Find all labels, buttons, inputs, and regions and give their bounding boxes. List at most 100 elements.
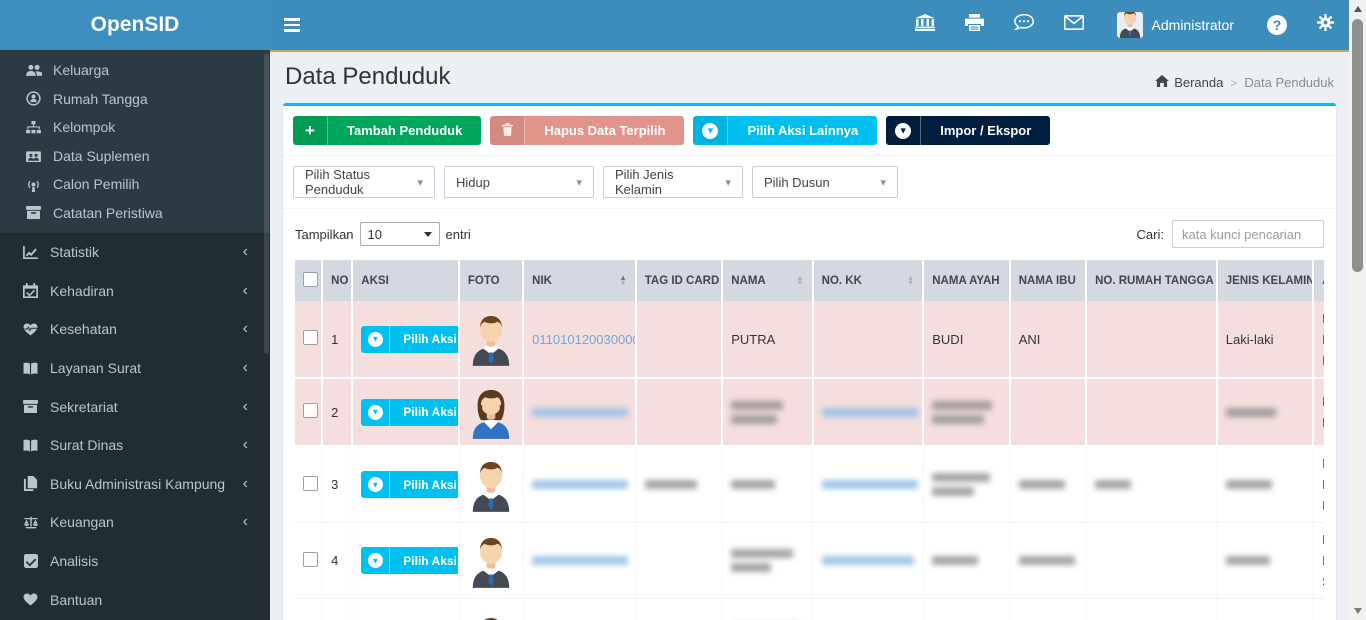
column-header-foto: FOTO bbox=[459, 260, 525, 301]
column-header-nama[interactable]: NAMA ▲ ▼ bbox=[723, 260, 814, 301]
toolbar: + Tambah Penduduk Hapus Data Terpilih ▼ Pili… bbox=[283, 106, 1336, 156]
print-button[interactable] bbox=[950, 0, 999, 50]
filter-jenis-kelamin[interactable]: Pilih Jenis Kelamin ▾ bbox=[603, 166, 743, 198]
cell-nama_ibu: ANI bbox=[1018, 331, 1041, 347]
circle-down-icon: ▼ bbox=[367, 553, 383, 568]
scale-icon bbox=[22, 516, 39, 529]
resident-photo[interactable] bbox=[468, 614, 514, 620]
filter-status-hidup[interactable]: Hidup ▾ bbox=[444, 166, 594, 198]
sidebar-item-bantuan[interactable]: Bantuan bbox=[0, 580, 270, 619]
column-header-aksi: AKSI bbox=[353, 260, 460, 301]
caret-down-icon: ▾ bbox=[417, 176, 423, 189]
sidebar-menu: Statistik ‹ Kehadiran ‹ Kesehatan ‹ Layanan Su… bbox=[0, 233, 270, 619]
sidebar-item-rumah-tangga[interactable]: Rumah Tangga bbox=[0, 85, 270, 114]
resident-photo[interactable] bbox=[468, 534, 514, 588]
table-row: 4 ▼Pilih Aksi PDS bbox=[295, 523, 1324, 599]
institution-icon-button[interactable] bbox=[900, 0, 950, 50]
row-action-button[interactable]: ▼ Pilih Aksi bbox=[361, 398, 458, 426]
scroll-down-arrow[interactable] bbox=[1353, 608, 1362, 614]
select-all-checkbox[interactable] bbox=[303, 271, 318, 287]
settings-button[interactable] bbox=[1302, 0, 1349, 50]
sidebar-item-data-suplemen[interactable]: Data Suplemen bbox=[0, 142, 270, 171]
impor-ekspor-button[interactable]: ▼ Impor / Ekspor bbox=[886, 116, 1051, 145]
sort-icon: ▲ ▼ bbox=[619, 273, 627, 287]
entries-select[interactable]: 10 bbox=[359, 222, 440, 246]
search-input[interactable] bbox=[1172, 220, 1324, 248]
resident-photo[interactable] bbox=[468, 458, 514, 512]
sidebar-item-layanan-surat[interactable]: Layanan Surat ‹ bbox=[0, 349, 270, 388]
sidebar-toggle-button[interactable] bbox=[270, 0, 314, 50]
redacted-nik bbox=[532, 407, 629, 417]
breadcrumb-separator: > bbox=[1230, 75, 1238, 90]
scrollbar-thumb[interactable] bbox=[1352, 19, 1363, 272]
sidebar-item-kelompok[interactable]: Kelompok bbox=[0, 113, 270, 142]
row-checkbox[interactable] bbox=[303, 475, 318, 491]
institution-icon bbox=[914, 14, 935, 36]
circle-down-icon: ▼ bbox=[367, 404, 383, 420]
cell-alamat: PD bbox=[1322, 391, 1324, 433]
circle-down-icon: ▼ bbox=[702, 122, 719, 139]
sidebar-scrollbar[interactable] bbox=[264, 54, 269, 354]
sort-icon: ▲ ▼ bbox=[796, 273, 804, 287]
sidebar-item-kesehatan[interactable]: Kesehatan ‹ bbox=[0, 310, 270, 349]
breadcrumb-home-link[interactable]: Beranda bbox=[1155, 75, 1223, 90]
table-row: 2 ▼Pilih Aksi PD bbox=[295, 379, 1324, 447]
row-checkbox[interactable] bbox=[303, 551, 318, 567]
filter-dusun[interactable]: Pilih Dusun ▾ bbox=[752, 166, 898, 198]
book-icon bbox=[22, 439, 39, 452]
row-action-button[interactable]: ▼ Pilih Aksi bbox=[361, 471, 458, 498]
comments-button[interactable] bbox=[999, 0, 1049, 50]
sort-icon: ▲ ▼ bbox=[906, 273, 915, 287]
scroll-up-arrow[interactable] bbox=[1353, 6, 1362, 12]
resident-photo[interactable] bbox=[468, 385, 514, 439]
row-checkbox[interactable] bbox=[303, 330, 318, 345]
tambah-penduduk-button[interactable]: + Tambah Penduduk bbox=[293, 116, 482, 145]
row-number: 1 bbox=[331, 331, 339, 347]
hapus-data-terpilih-button[interactable]: Hapus Data Terpilih bbox=[490, 116, 685, 145]
row-action-button[interactable]: ▼ Pilih Aksi bbox=[361, 547, 458, 574]
sidebar-item-kehadiran[interactable]: Kehadiran ‹ bbox=[0, 272, 270, 311]
sidebar-submenu: Keluarga Rumah Tangga Kelompok Data Supleme… bbox=[0, 50, 270, 233]
chevron-down-icon bbox=[423, 231, 432, 237]
redacted-nama_ayah bbox=[932, 556, 1000, 565]
pilih-aksi-lainnya-button[interactable]: ▼ Pilih Aksi Lainnya bbox=[693, 116, 878, 145]
data-box: + Tambah Penduduk Hapus Data Terpilih ▼ Pili… bbox=[283, 103, 1336, 620]
sidebar-item-surat-dinas[interactable]: Surat Dinas ‹ bbox=[0, 426, 270, 465]
row-number: 4 bbox=[331, 553, 339, 568]
column-header-nik[interactable]: NIK ▲ ▼ bbox=[524, 260, 637, 301]
table-row: 1 ▼ Pilih Aksi 0110101200300002 PUTRA BUDI ANI… bbox=[295, 301, 1324, 379]
content-header: Data Penduduk Beranda > Data Penduduk bbox=[270, 52, 1349, 103]
sidebar-item-buku-administrasi-kampung[interactable]: Buku Administrasi Kampung ‹ bbox=[0, 465, 270, 504]
sidebar-item-sekretariat[interactable]: Sekretariat ‹ bbox=[0, 387, 270, 426]
sidebar-item-calon-pemilih[interactable]: Calon Pemilih bbox=[0, 170, 270, 199]
cell-nik-link[interactable]: 0110101200300002 bbox=[532, 332, 635, 347]
caret-down-icon: ▾ bbox=[725, 176, 731, 189]
filter-row: Pilih Status Penduduk ▾ Hidup ▾ Pilih Jenis … bbox=[283, 156, 1336, 209]
heartbeat-icon bbox=[22, 323, 39, 336]
row-checkbox[interactable] bbox=[303, 403, 318, 418]
redacted-nama_ibu bbox=[1018, 556, 1077, 565]
resident-photo[interactable] bbox=[468, 312, 514, 366]
mail-button[interactable] bbox=[1049, 0, 1099, 50]
redacted-nama_ayah bbox=[932, 400, 1000, 424]
page-scrollbar[interactable] bbox=[1349, 0, 1366, 620]
sidebar-item-statistik[interactable]: Statistik ‹ bbox=[0, 233, 270, 272]
trash-icon bbox=[501, 122, 513, 139]
row-action-button[interactable]: ▼ Pilih Aksi bbox=[361, 325, 458, 353]
user-menu[interactable]: Administrator bbox=[1099, 0, 1252, 50]
chevron-left-icon: ‹ bbox=[242, 243, 248, 261]
column-header-no_kk[interactable]: NO. KK ▲ ▼ bbox=[813, 260, 925, 301]
sidebar-item-keluarga[interactable]: Keluarga bbox=[0, 56, 270, 85]
column-header-select bbox=[295, 260, 324, 301]
sidebar-item-analisis[interactable]: Analisis bbox=[0, 542, 270, 581]
app-logo[interactable]: OpenSID bbox=[0, 0, 270, 50]
sidebar-item-catatan-peristiwa[interactable]: Catatan Peristiwa bbox=[0, 199, 270, 228]
sidebar-item-keuangan[interactable]: Keuangan ‹ bbox=[0, 503, 270, 542]
cell-alamat: PDK bbox=[1322, 453, 1324, 516]
redacted-nama bbox=[731, 400, 803, 424]
circle-down-icon: ▼ bbox=[895, 122, 912, 139]
filter-status-penduduk[interactable]: Pilih Status Penduduk ▾ bbox=[293, 166, 435, 198]
archive-icon bbox=[22, 400, 39, 414]
streetview-icon bbox=[25, 91, 42, 106]
help-button[interactable]: ? bbox=[1252, 0, 1302, 50]
